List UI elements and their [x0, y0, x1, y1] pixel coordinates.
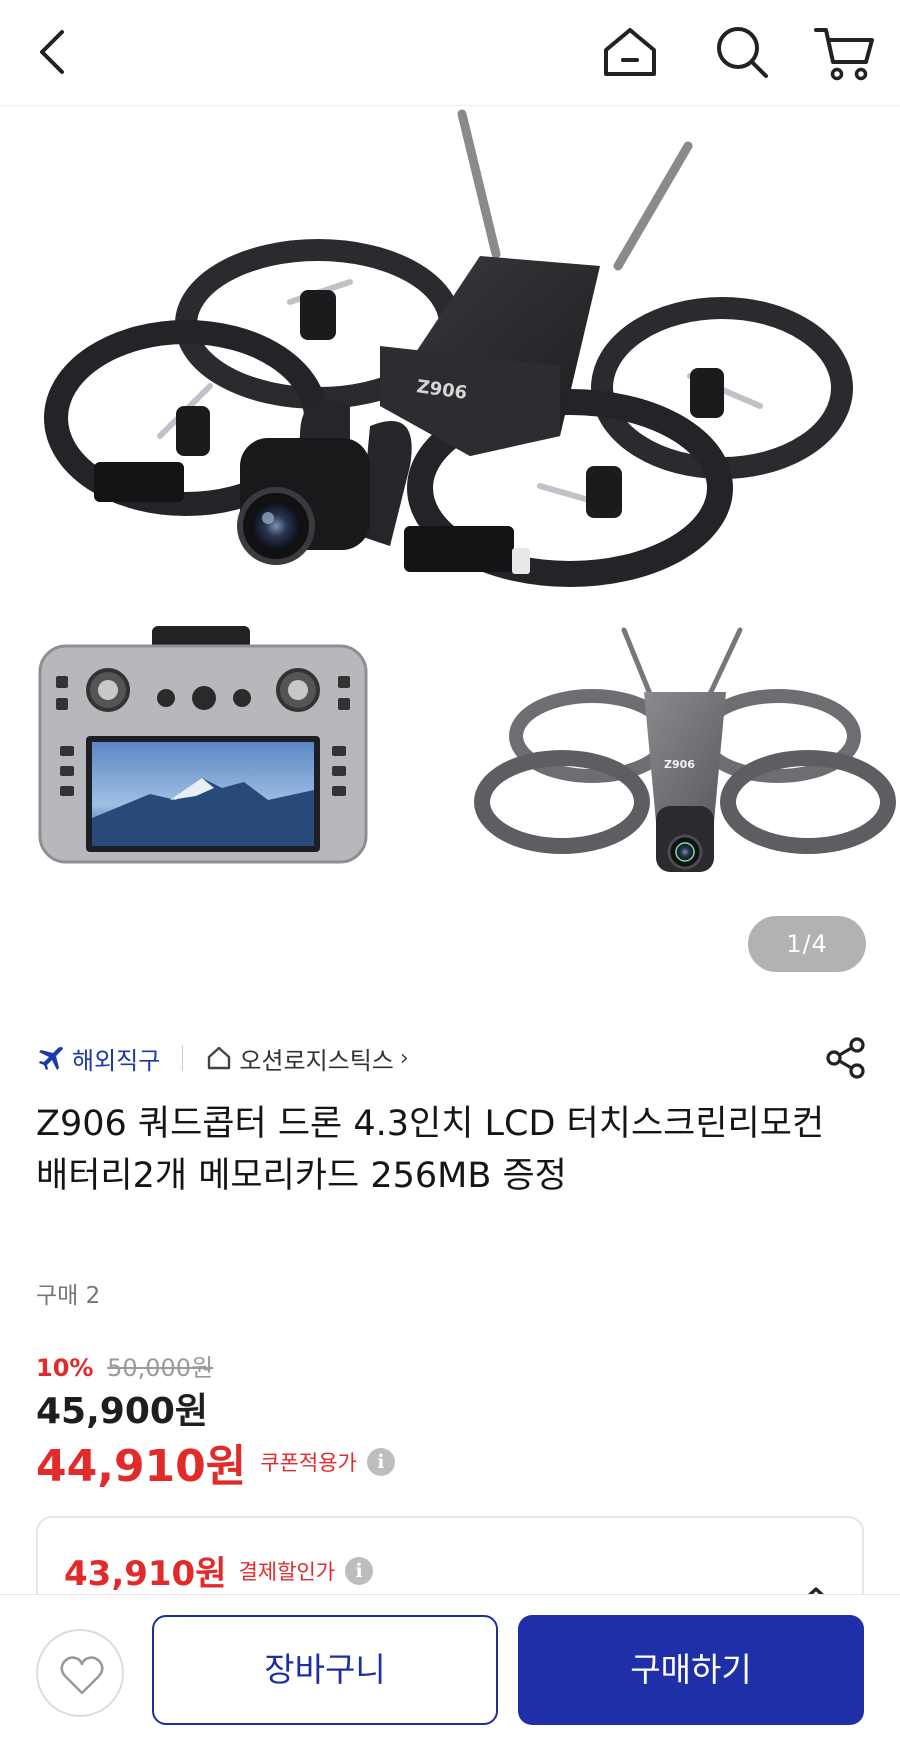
seller-row: 해외직구 오션로지스틱스 ›	[36, 1036, 866, 1080]
info-icon[interactable]: i	[366, 1448, 395, 1476]
chevron-right-icon: ›	[399, 1045, 409, 1071]
main-drone-image: Z906	[44, 109, 853, 587]
discount-rate: 10%	[36, 1354, 94, 1382]
info-icon[interactable]: i	[345, 1556, 374, 1585]
wishlist-button[interactable]	[36, 1629, 124, 1717]
heart-icon	[60, 1656, 104, 1695]
chevron-left-icon	[40, 30, 64, 74]
bottom-action-bar: 장바구니 구매하기	[0, 1594, 900, 1764]
product-image: Z906 Z906	[38, 109, 896, 872]
home-icon	[604, 28, 656, 76]
add-to-cart-button[interactable]: 장바구니	[152, 1615, 498, 1725]
search-button[interactable]	[706, 16, 778, 88]
purchase-count: 구매 2	[36, 1283, 101, 1309]
payment-discount-price: 43,910원	[64, 1554, 227, 1594]
image-page-indicator: 1/4	[748, 916, 866, 972]
home-button[interactable]	[594, 16, 666, 88]
payment-price-row: 43,910원 결제할인가 i	[64, 1546, 374, 1595]
coupon-price-row: 44,910원 쿠폰적용가 i	[36, 1430, 395, 1494]
share-button[interactable]	[822, 1034, 870, 1082]
product-image-gallery[interactable]: Z906 Z906 1/4	[0, 106, 900, 1004]
original-price: 50,000원	[107, 1354, 214, 1382]
payment-discount-label: 결제할인가	[238, 1559, 336, 1584]
remote-controller-image	[38, 626, 368, 864]
coupon-price-label: 쿠폰적용가	[260, 1451, 357, 1475]
cart-button[interactable]	[808, 16, 880, 88]
buy-now-button[interactable]: 구매하기	[518, 1615, 864, 1725]
divider	[182, 1045, 184, 1071]
gray-drone-image: Z906	[474, 627, 896, 872]
share-icon	[826, 1037, 865, 1079]
top-nav-bar	[0, 0, 900, 106]
airplane-icon	[39, 1047, 63, 1070]
back-button[interactable]	[26, 18, 82, 86]
cart-icon	[814, 28, 874, 64]
svg-text:Z906: Z906	[664, 758, 695, 771]
store-name-link[interactable]: 오션로지스틱스	[239, 1041, 394, 1076]
overseas-purchase-label: 해외직구	[72, 1046, 161, 1075]
coupon-price: 44,910원	[36, 1441, 247, 1492]
store-home-icon	[208, 1046, 231, 1070]
product-title: Z906 쿼드콥터 드론 4.3인치 LCD 터치스크린리모컨 배터리2개 메모…	[36, 1104, 825, 1196]
sale-price: 45,900원	[36, 1391, 209, 1432]
discount-row: 10% 50,000원	[36, 1348, 213, 1383]
